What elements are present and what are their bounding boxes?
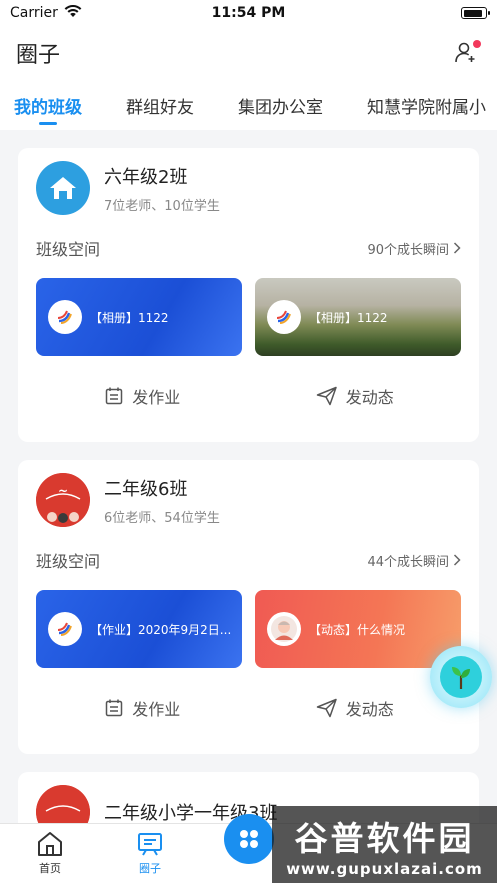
moments-count-text: 90个成长瞬间 — [367, 242, 449, 258]
home-outline-icon — [38, 832, 62, 856]
tile-text: 【作业】2020年9月2日... — [90, 622, 232, 637]
post-homework-button[interactable]: 发作业 — [36, 384, 249, 408]
space-tile[interactable]: 【动态】什么情况 — [255, 590, 461, 668]
school-logo-icon — [48, 300, 82, 334]
tile-text: 【动态】什么情况 — [309, 622, 406, 637]
class-actions: 发作业 发动态 — [18, 356, 479, 436]
post-moment-label: 发动态 — [345, 388, 394, 407]
svg-text:~: ~ — [58, 484, 68, 498]
post-moment-button[interactable]: 发动态 — [249, 384, 462, 408]
battery-icon — [461, 7, 490, 19]
space-tiles: 【作业】2020年9月2日... 【动态】什么情况 — [18, 572, 479, 668]
nav-home-label: 首页 — [39, 862, 61, 875]
moments-count[interactable]: 44个成长瞬间 — [367, 551, 461, 570]
tab-group-friends[interactable]: 群组好友 — [126, 80, 194, 130]
school-logo-icon — [267, 300, 301, 334]
send-icon — [316, 386, 337, 406]
nav-home[interactable]: 首页 — [0, 831, 100, 876]
class-card-header: ~ 二年级6班 6位老师、54位学生 — [18, 460, 479, 540]
class-actions: 发作业 发动态 — [18, 668, 479, 748]
class-avatar — [36, 161, 90, 215]
tab-my-classes[interactable]: 我的班级 — [14, 80, 82, 130]
user-avatar-icon — [267, 612, 301, 646]
space-tile[interactable]: 【作业】2020年9月2日... — [36, 590, 242, 668]
class-space-label: 班级空间 — [36, 240, 101, 259]
battery-level — [463, 9, 483, 17]
chevron-right-icon — [453, 554, 461, 566]
class-card[interactable]: ~ 二年级6班 6位老师、54位学生 班级空间 44个成长瞬间 【作业】2020… — [18, 460, 479, 754]
moments-count[interactable]: 90个成长瞬间 — [367, 239, 461, 258]
add-contact-button[interactable] — [451, 38, 481, 68]
post-homework-label: 发作业 — [132, 700, 181, 719]
class-members: 7位老师、10位学生 — [104, 198, 220, 214]
post-homework-label: 发作业 — [132, 388, 181, 407]
send-icon — [316, 698, 337, 718]
post-homework-button[interactable]: 发作业 — [36, 696, 249, 720]
space-tiles: 【相册】1122 【相册】1122 — [18, 260, 479, 356]
tile-text: 【相册】1122 — [90, 310, 169, 325]
carrier-label: Carrier — [10, 5, 58, 21]
status-left: Carrier — [10, 4, 82, 22]
moments-count-text: 44个成长瞬间 — [367, 554, 449, 570]
class-card[interactable]: 六年级2班 7位老师、10位学生 班级空间 90个成长瞬间 【相册】1122 【… — [18, 148, 479, 442]
class-space-row[interactable]: 班级空间 44个成长瞬间 — [18, 540, 479, 572]
school-logo-icon — [48, 612, 82, 646]
nav-circle[interactable]: 圈子 — [100, 831, 200, 876]
watermark-title: 谷普软件园 — [294, 818, 475, 858]
tab-bar: 我的班级 群组好友 集团办公室 知慧学院附属小 — [0, 80, 497, 130]
space-tile[interactable]: 【相册】1122 — [255, 278, 461, 356]
notification-dot — [473, 40, 481, 48]
class-members: 6位老师、54位学生 — [104, 510, 220, 526]
space-tile[interactable]: 【相册】1122 — [36, 278, 242, 356]
watermark-url: www.gupuxlazai.com — [286, 859, 483, 878]
chevron-right-icon — [453, 242, 461, 254]
site-watermark: 谷普软件园 www.gupuxlazai.com — [272, 806, 497, 883]
header: 圈子 — [0, 26, 497, 80]
class-space-label: 班级空间 — [36, 552, 101, 571]
wifi-icon — [64, 4, 82, 22]
growth-float-button[interactable] — [430, 646, 492, 708]
board-icon — [138, 833, 162, 856]
status-bar: Carrier 11:54 PM — [0, 0, 497, 26]
sprout-icon — [440, 656, 482, 698]
calendar-icon — [105, 387, 123, 405]
tile-text: 【相册】1122 — [309, 310, 388, 325]
class-name: 二年级6班 — [104, 478, 188, 500]
tab-group-office[interactable]: 集团办公室 — [238, 80, 323, 130]
page-title: 圈子 — [16, 43, 61, 68]
calendar-icon — [105, 699, 123, 717]
class-name: 六年级2班 — [104, 166, 188, 188]
class-card-header: 六年级2班 7位老师、10位学生 — [18, 148, 479, 228]
nav-circle-label: 圈子 — [139, 862, 161, 875]
tab-school[interactable]: 知慧学院附属小 — [367, 80, 486, 130]
apps-center-button[interactable] — [224, 814, 274, 864]
class-photo-avatar: ~ — [36, 473, 90, 527]
post-moment-button[interactable]: 发动态 — [249, 696, 462, 720]
post-moment-label: 发动态 — [345, 700, 394, 719]
class-space-row[interactable]: 班级空间 90个成长瞬间 — [18, 228, 479, 260]
apps-grid-icon — [240, 830, 258, 848]
home-icon — [50, 177, 76, 199]
